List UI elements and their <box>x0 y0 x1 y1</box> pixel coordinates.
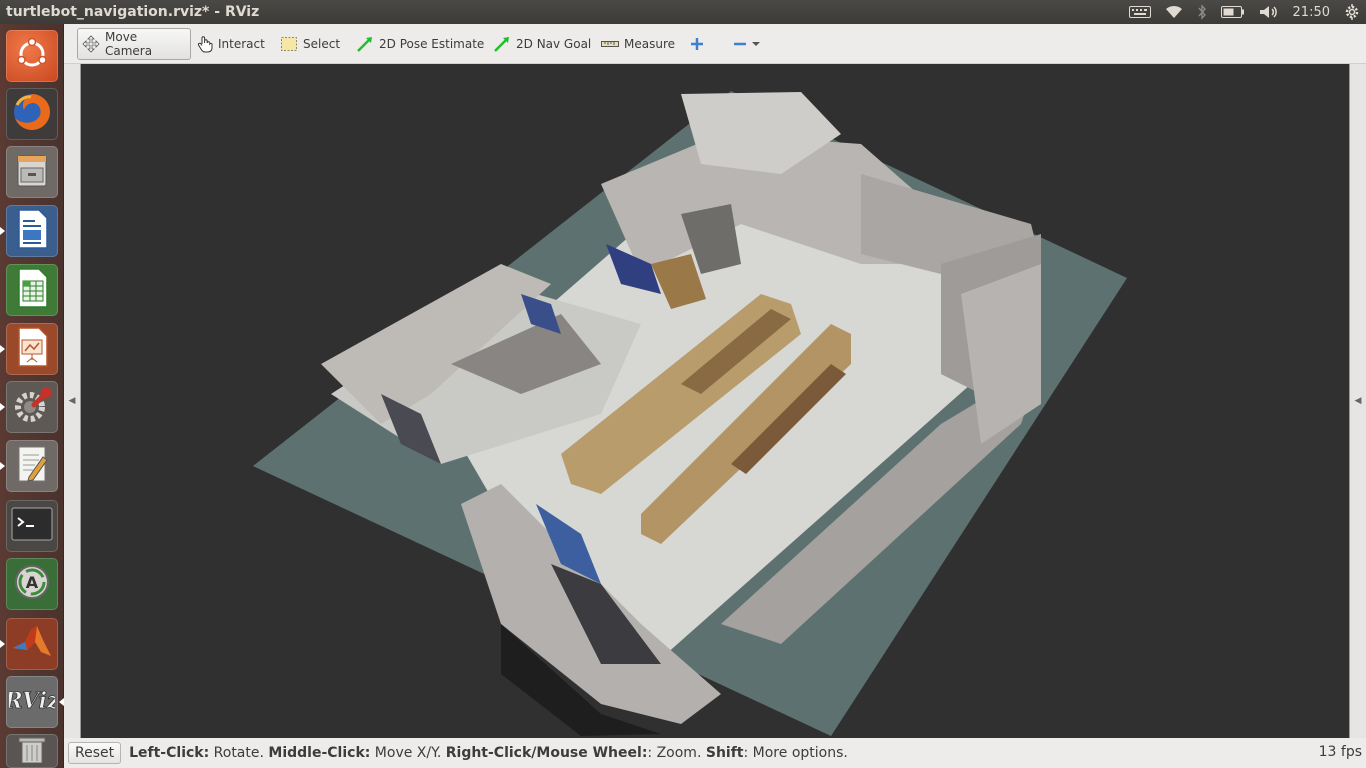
svg-text:A: A <box>26 573 39 592</box>
right-click-desc: : Zoom. <box>647 745 706 761</box>
chevron-down-icon <box>752 41 760 47</box>
wifi-icon[interactable] <box>1165 5 1183 19</box>
move-camera-label: Move Camera <box>105 30 153 58</box>
keyboard-icon[interactable] <box>1128 6 1151 18</box>
shift-key: Shift <box>705 745 744 761</box>
updater-icon: A <box>12 562 52 606</box>
right-dock-handle[interactable]: ◀ <box>1350 64 1366 738</box>
shift-desc: : More options. <box>743 745 848 761</box>
point-cloud-scene <box>253 91 1127 736</box>
wrench-gear-icon <box>12 385 52 429</box>
ruler-icon <box>601 39 619 49</box>
measure-label: Measure <box>624 37 675 51</box>
launcher-item-terminal[interactable] <box>6 500 58 552</box>
select-label: Select <box>303 37 341 51</box>
middle-click-desc: Move X/Y. <box>370 745 446 761</box>
window-title: turtlebot_navigation.rviz* - RViz <box>6 4 260 20</box>
green-arrow-icon <box>493 35 511 53</box>
plus-icon <box>690 37 704 51</box>
launcher-item-calc[interactable] <box>6 264 58 316</box>
help-text: Left-Click: Rotate. Middle-Click: Move X… <box>129 745 848 761</box>
2d-pose-estimate-label: 2D Pose Estimate <box>379 37 485 51</box>
battery-icon[interactable] <box>1220 6 1245 18</box>
launcher-item-files[interactable] <box>6 146 58 198</box>
hand-pointer-icon <box>197 35 213 53</box>
top-panel: turtlebot_navigation.rviz* - RViz 21:50 <box>0 0 1366 24</box>
middle-click-key: Middle-Click: <box>268 745 371 761</box>
2d-nav-goal-label: 2D Nav Goal <box>516 37 592 51</box>
rviz-icon: RViz <box>3 683 60 721</box>
indicator-area: 21:50 <box>1128 0 1360 24</box>
presentation-icon <box>13 326 51 372</box>
launcher-item-trash[interactable] <box>6 734 58 768</box>
left-click-desc: Rotate. <box>209 745 269 761</box>
2d-pose-estimate-tool[interactable]: 2D Pose Estimate <box>352 28 488 60</box>
right-click-key: Right-Click/Mouse Wheel: <box>445 745 648 761</box>
minus-icon <box>733 37 747 51</box>
reset-button[interactable]: Reset <box>68 742 122 764</box>
spreadsheet-icon <box>13 267 51 313</box>
volume-icon[interactable] <box>1259 5 1279 19</box>
move-camera-tool[interactable]: Move Camera <box>77 28 191 60</box>
green-arrow-icon <box>356 35 374 53</box>
launcher-item-system-settings[interactable] <box>0 381 58 433</box>
move-camera-icon <box>82 35 100 53</box>
launcher-item-text-editor[interactable] <box>0 440 58 492</box>
left-click-key: Left-Click: <box>129 745 210 761</box>
status-bar: Reset Left-Click: Rotate. Middle-Click: … <box>64 738 1366 768</box>
document-icon <box>13 208 51 254</box>
clock[interactable]: 21:50 <box>1293 5 1330 20</box>
launcher-item-matlab[interactable] <box>0 618 58 670</box>
left-dock-handle[interactable]: ◀ <box>64 64 80 738</box>
launcher-item-rviz[interactable]: RViz <box>3 676 64 728</box>
launcher-item-ubuntu-dash[interactable] <box>6 30 58 82</box>
launcher-item-firefox[interactable] <box>6 88 58 140</box>
fps-counter: 13 fps <box>1318 744 1362 760</box>
unity-launcher: A RViz <box>0 24 64 768</box>
pencil-document-icon <box>13 443 51 489</box>
ubuntu-logo-icon <box>15 37 49 75</box>
interact-tool[interactable]: Interact <box>193 28 269 60</box>
trash-icon <box>15 735 49 767</box>
remove-tool-button[interactable] <box>729 28 764 60</box>
tool-bar: Move Camera Interact Select 2D Pose Esti… <box>64 24 1366 64</box>
matlab-icon <box>11 622 53 666</box>
add-tool-button[interactable] <box>686 28 708 60</box>
launcher-item-impress[interactable] <box>0 323 58 375</box>
firefox-icon <box>11 91 53 137</box>
bluetooth-icon[interactable] <box>1197 4 1207 20</box>
3d-render-viewport[interactable] <box>80 64 1350 738</box>
launcher-item-writer[interactable] <box>0 205 58 257</box>
measure-tool[interactable]: Measure <box>597 28 679 60</box>
settings-gear-icon[interactable] <box>1344 4 1360 20</box>
interact-label: Interact <box>218 37 265 51</box>
2d-nav-goal-tool[interactable]: 2D Nav Goal <box>489 28 595 60</box>
launcher-item-software-updater[interactable]: A <box>6 558 58 610</box>
select-tool[interactable]: Select <box>276 28 344 60</box>
select-rectangle-icon <box>280 36 298 52</box>
terminal-icon <box>11 507 53 545</box>
svg-text:RViz: RViz <box>9 688 55 714</box>
rviz-window: Move Camera Interact Select 2D Pose Esti… <box>64 24 1366 768</box>
file-cabinet-icon <box>12 150 52 194</box>
